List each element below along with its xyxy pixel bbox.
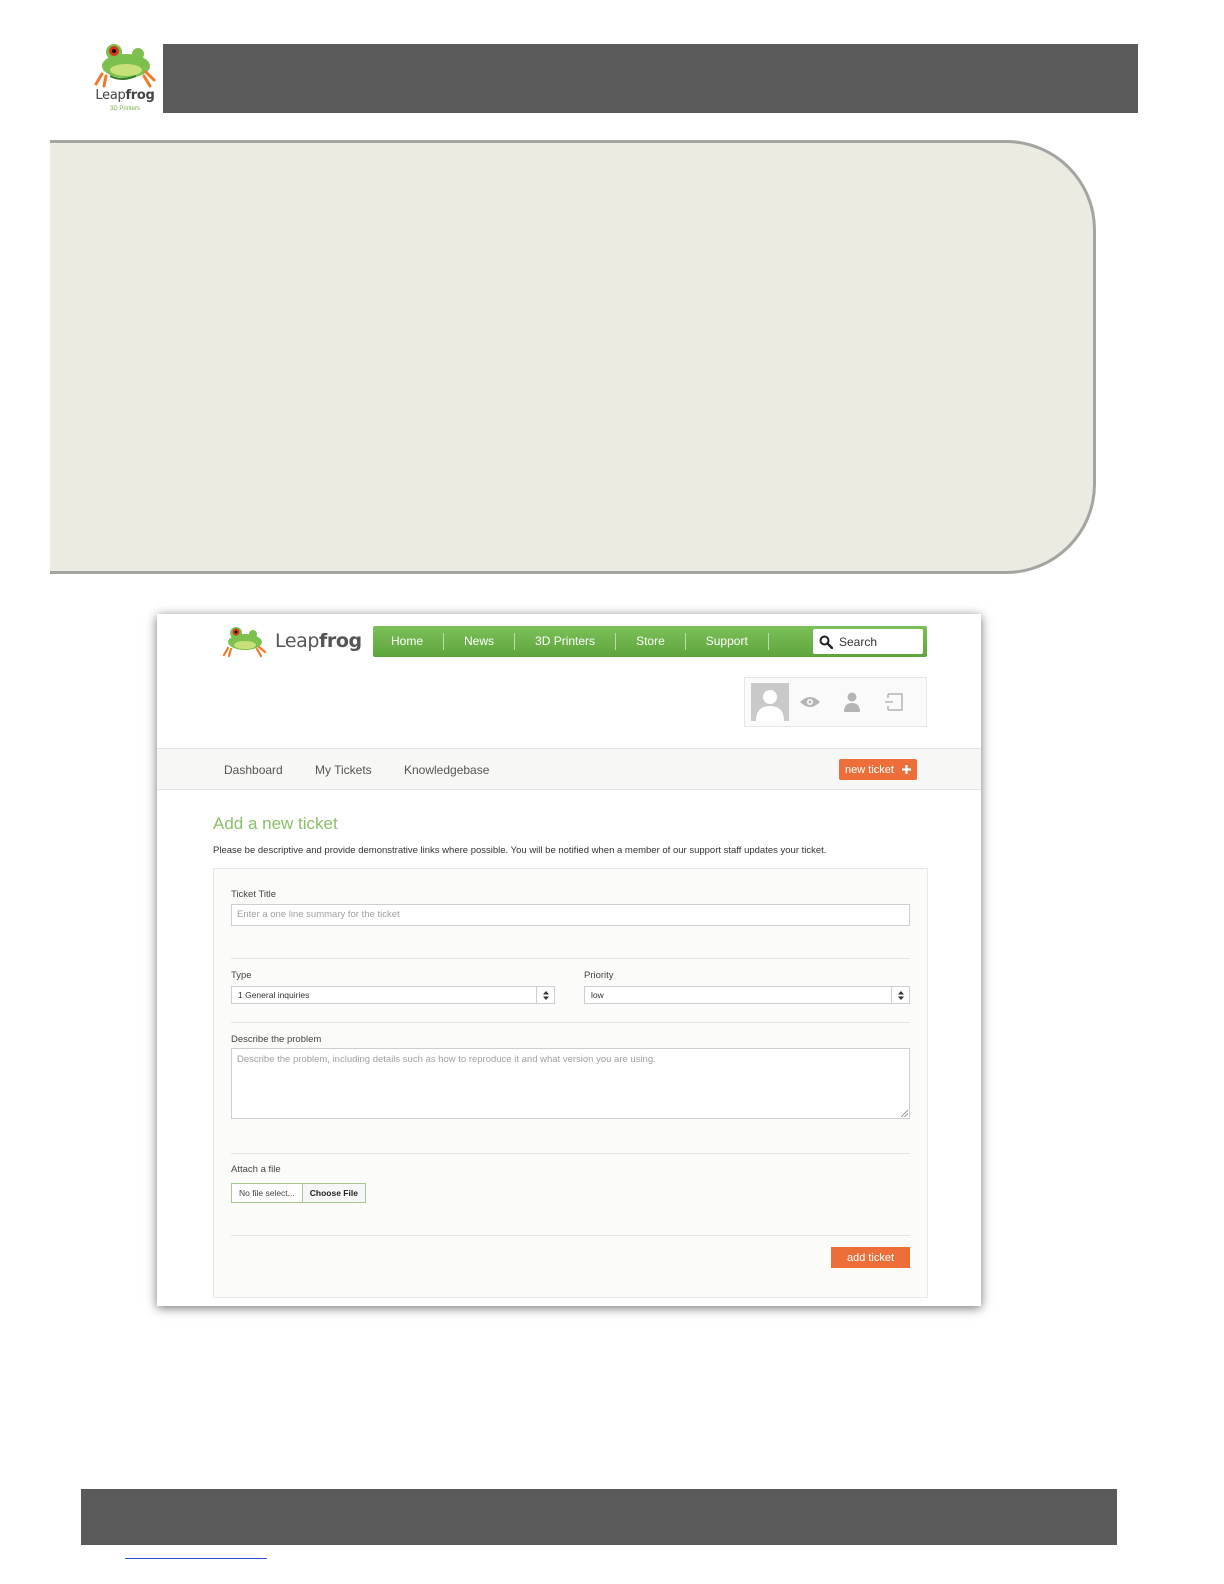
priority-select-value: low [591,990,604,1000]
footer-link-underline[interactable] [125,1558,267,1559]
new-ticket-form: Ticket Title Enter a one line summary fo… [213,868,928,1298]
subnav-my-tickets[interactable]: My Tickets [315,763,372,777]
nav-home[interactable]: Home [373,633,445,650]
priority-label: Priority [584,970,614,981]
frog-logo-icon [94,44,156,88]
new-ticket-button[interactable]: new ticket [839,759,917,780]
main-nav: Home News 3D Printers Store Support Sear… [373,626,927,657]
page-description: Please be descriptive and provide demons… [213,845,827,856]
user-icon [844,692,860,712]
select-arrows-icon [891,987,909,1003]
eye-icon [800,697,820,707]
nav-support[interactable]: Support [686,633,769,650]
document-logo-text: Leapfrog [95,88,155,103]
problem-label: Describe the problem [231,1034,322,1045]
logout-icon [885,693,903,711]
choose-file-button[interactable]: Choose File [302,1184,365,1202]
file-name: No file select... [232,1184,303,1202]
avatar[interactable] [751,683,789,721]
attach-label: Attach a file [231,1164,281,1175]
avatar-icon [756,690,784,721]
nav-3d-printers[interactable]: 3D Printers [515,633,617,650]
support-subnav: Dashboard My Tickets Knowledgebase new t… [157,748,981,790]
document-logo-subtitle: 3D Printers [109,106,140,112]
select-arrows-icon [536,987,554,1003]
site-logo-text: Leapfrog [275,630,362,652]
subnav-dashboard[interactable]: Dashboard [224,763,283,777]
ticket-title-input[interactable]: Enter a one line summary for the ticket [231,904,910,926]
logout-button[interactable] [873,693,915,711]
document-footer-bar [81,1489,1117,1545]
type-label: Type [231,970,252,981]
form-divider [231,1235,910,1236]
plus-icon [901,765,911,774]
form-divider [231,1153,910,1154]
page-title: Add a new ticket [213,814,338,833]
new-ticket-label: new ticket [845,763,894,776]
priority-select[interactable]: low [584,986,910,1004]
subnav-knowledgebase[interactable]: Knowledgebase [404,763,489,777]
resize-handle-icon[interactable] [901,1110,908,1117]
add-ticket-button[interactable]: add ticket [831,1247,910,1268]
form-divider [231,958,910,959]
type-select-value: 1 General inquiries [238,990,310,1000]
user-panel [744,677,927,727]
frog-logo-icon [222,627,267,658]
support-site-screenshot: Leapfrog Home News 3D Printers Store Sup… [157,614,981,1306]
intro-panel [50,140,1096,574]
document-header-bar [163,44,1138,113]
document-logo: Leapfrog 3D Printers [92,40,158,116]
search-box[interactable]: Search [813,629,923,654]
nav-news[interactable]: News [444,633,516,650]
problem-textarea[interactable]: Describe the problem, including details … [231,1048,910,1119]
profile-button[interactable] [831,692,873,712]
file-picker[interactable]: No file select... Choose File [231,1183,366,1203]
site-logo[interactable]: Leapfrog [221,624,362,660]
form-divider [231,1022,910,1023]
watch-button[interactable] [789,695,831,709]
problem-placeholder: Describe the problem, including details … [237,1054,656,1065]
nav-store[interactable]: Store [616,633,686,650]
search-label: Search [839,634,878,649]
ticket-title-label: Ticket Title [231,889,277,900]
type-select[interactable]: 1 General inquiries [231,986,555,1004]
search-icon [819,635,833,649]
